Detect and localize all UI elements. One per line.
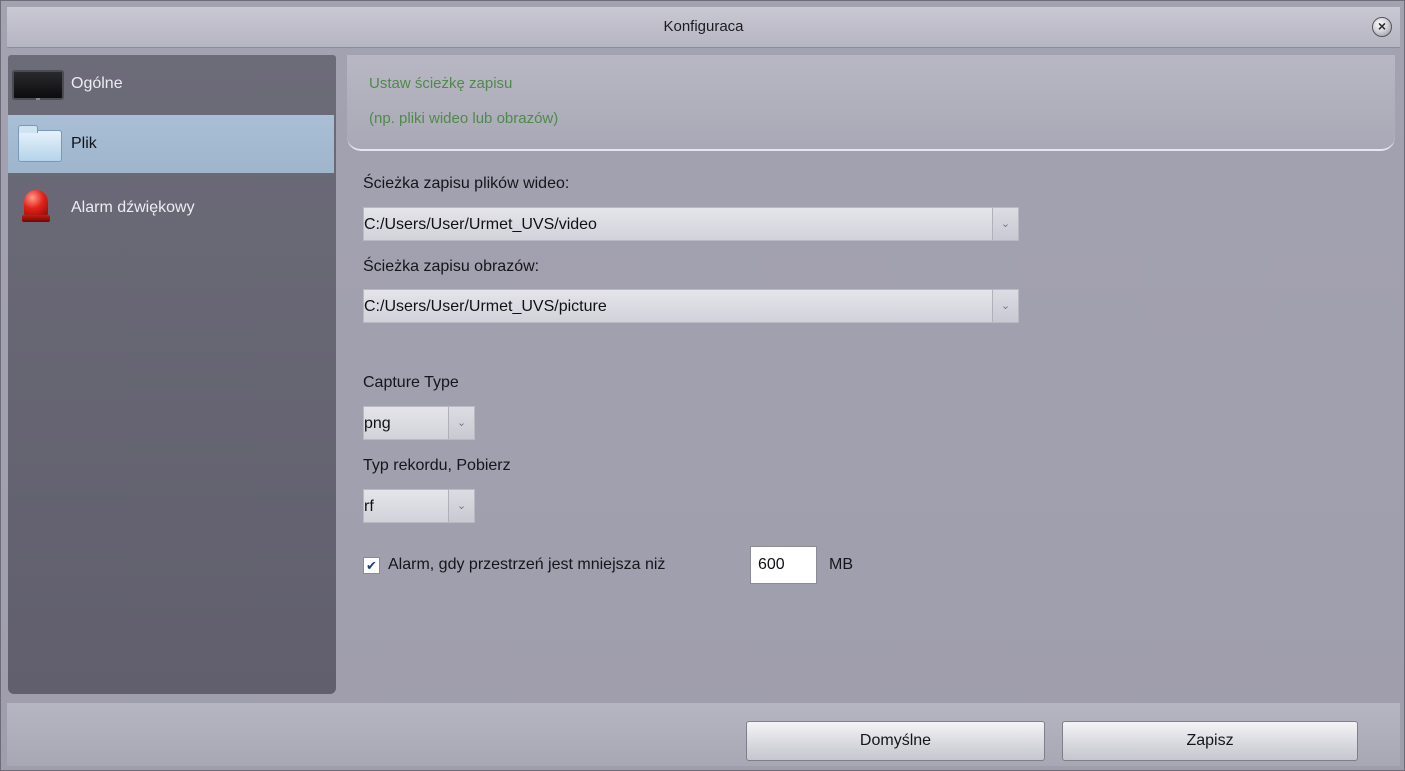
video-path-select[interactable]: C:/Users/User/Urmet_UVS/video ⌄ (363, 207, 1019, 241)
save-button[interactable]: Zapisz (1062, 721, 1358, 761)
sidebar-item-label: Ogólne (71, 75, 123, 92)
record-type-value: rf (364, 498, 374, 515)
sidebar-item-plik[interactable]: Plik (8, 115, 334, 173)
picture-path-value: C:/Users/User/Urmet_UVS/picture (364, 298, 607, 315)
checkmark-icon: ✔ (366, 558, 377, 573)
video-path-value: C:/Users/User/Urmet_UVS/video (364, 216, 597, 233)
video-path-label: Ścieżka zapisu plików wideo: (363, 175, 570, 192)
capture-type-value: png (364, 415, 391, 432)
record-type-select[interactable]: rf ⌄ (363, 489, 475, 523)
title-bar: Konfiguraca × (7, 7, 1400, 48)
monitor-icon (12, 70, 64, 100)
section-hint-title: Ustaw ścieżkę zapisu (369, 75, 513, 92)
alarm-threshold-input[interactable] (750, 546, 817, 584)
siren-icon (22, 190, 50, 222)
chevron-down-icon[interactable]: ⌄ (448, 407, 474, 439)
chevron-down-icon[interactable]: ⌄ (992, 208, 1018, 240)
section-header: Ustaw ścieżkę zapisu (np. pliki wideo lu… (347, 55, 1395, 151)
alarm-checkbox-label: Alarm, gdy przestrzeń jest mniejsza niż (388, 556, 666, 573)
default-button[interactable]: Domyślne (746, 721, 1045, 761)
chevron-down-icon[interactable]: ⌄ (992, 290, 1018, 322)
alarm-unit-label: MB (829, 556, 853, 573)
picture-path-select[interactable]: C:/Users/User/Urmet_UVS/picture ⌄ (363, 289, 1019, 323)
close-button[interactable]: × (1372, 17, 1392, 37)
record-type-label: Typ rekordu, Pobierz (363, 457, 511, 474)
sidebar-item-ogolne[interactable]: Ogólne (8, 55, 334, 113)
sidebar-item-alarm-dzwiekowy[interactable]: Alarm dźwiękowy (8, 175, 334, 233)
config-dialog: Konfiguraca × Ogólne Plik Alarm dźwiękow… (0, 0, 1405, 771)
sidebar-item-label: Plik (71, 135, 97, 152)
section-hint-subtitle: (np. pliki wideo lub obrazów) (369, 110, 559, 127)
sidebar-item-label: Alarm dźwiękowy (71, 199, 195, 216)
capture-type-label: Capture Type (363, 374, 459, 391)
chevron-down-icon[interactable]: ⌄ (448, 490, 474, 522)
alarm-checkbox[interactable]: ✔ (363, 557, 380, 574)
window-title: Konfiguraca (663, 18, 744, 35)
sidebar: Ogólne Plik Alarm dźwiękowy (8, 55, 336, 694)
close-icon: × (1377, 18, 1387, 34)
folder-icon (18, 125, 62, 162)
capture-type-select[interactable]: png ⌄ (363, 406, 475, 440)
picture-path-label: Ścieżka zapisu obrazów: (363, 258, 540, 275)
